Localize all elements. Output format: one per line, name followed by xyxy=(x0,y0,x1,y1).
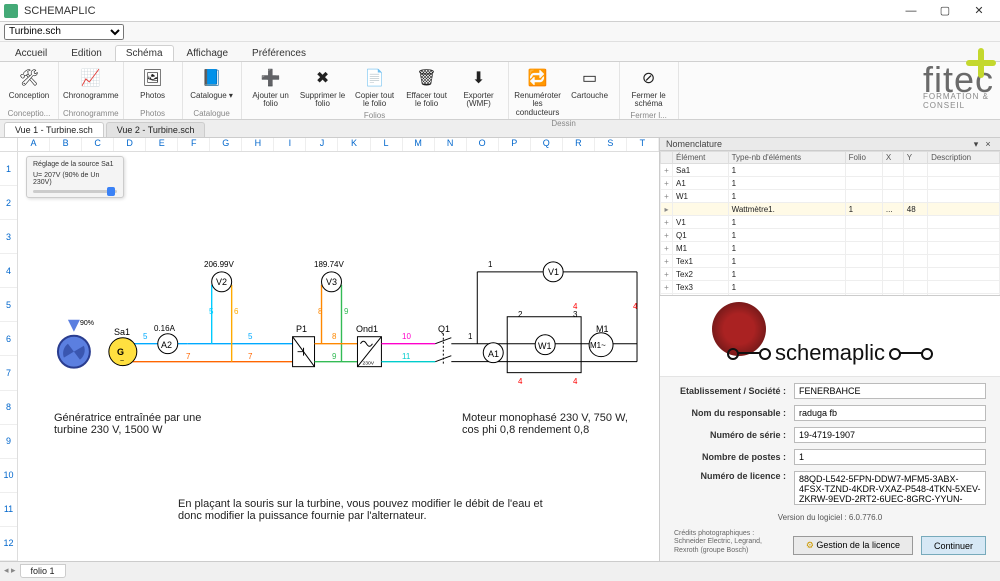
panel-close-icon[interactable]: × xyxy=(982,139,994,149)
product-logo: schemaplic xyxy=(775,340,885,366)
table-row[interactable]: +V11 xyxy=(661,216,1000,229)
ribbon-icon: 📈 xyxy=(79,66,103,90)
column-headers: ABCDEFGHIJKLMNOPQRST xyxy=(0,138,659,152)
bottom-bar: ◂ ▸ folio 1 xyxy=(0,561,1000,579)
ribbon-ajouter-un-folio[interactable]: ➕Ajouter un folio xyxy=(246,64,296,111)
nomenclature-grid[interactable]: Élément Type-nb d'éléments Folio X Y Des… xyxy=(660,151,1000,295)
close-button[interactable]: ✕ xyxy=(962,0,996,22)
ribbon-icon: 📘 xyxy=(200,66,224,90)
table-row[interactable]: +A11 xyxy=(661,177,1000,190)
main-area: ABCDEFGHIJKLMNOPQRST 123456789101112 Rég… xyxy=(0,138,1000,561)
ribbon-effacer-tout-le-folio[interactable]: 🗑Effacer tout le folio xyxy=(402,64,452,111)
file-selector[interactable]: Turbine.sch xyxy=(4,24,124,40)
ribbon-exporter-wmf-[interactable]: ⬇Exporter (WMF) xyxy=(454,64,504,111)
label-sa1: Sa1 xyxy=(114,327,130,337)
label-g: G xyxy=(117,347,124,357)
file-row: Turbine.sch xyxy=(0,22,1000,42)
ribbon-icon: 🗑 xyxy=(415,66,439,90)
table-row[interactable]: +Tex21 xyxy=(661,268,1000,281)
ribbon-icon: ✖ xyxy=(311,66,335,90)
label-m1-sym: M1~ xyxy=(590,341,606,350)
ribbon-icon: 🖼 xyxy=(141,66,165,90)
label-a1: A1 xyxy=(488,349,499,359)
label-a2: A2 xyxy=(161,340,172,350)
document-tabs: Vue 1 - Turbine.sch Vue 2 - Turbine.sch xyxy=(0,120,1000,138)
ribbon-cartouche[interactable]: ▭Cartouche xyxy=(565,64,615,119)
table-row[interactable]: ▸Wattmètre1.1...48 xyxy=(661,203,1000,216)
label-turbine-pct: 90% xyxy=(80,320,94,327)
licence-field[interactable]: 88QD-L542-5FPN-DDW7-MFM5-3ABX-4FSX-TZND-… xyxy=(794,471,986,505)
label-a2-val: 0.16A xyxy=(154,324,175,333)
right-panel: Nomenclature ▾ × Élément Type-nb d'éléme… xyxy=(660,138,1000,561)
ribbon-supprimer-le-folio[interactable]: ✖Supprimer le folio xyxy=(298,64,348,111)
title-bar: SCHEMAPLIC — ▢ ✕ xyxy=(0,0,1000,22)
voltage-v3: 189.74V xyxy=(314,260,344,269)
label-m1: M1 xyxy=(596,324,609,334)
schematic-canvas[interactable]: Réglage de la source Sa1 U= 207V (90% de… xyxy=(18,152,659,561)
text-hint: En plaçant la souris sur la turbine, vou… xyxy=(178,498,558,522)
version-label: Version du logiciel : 6.0.776.0 xyxy=(674,513,986,522)
tab-preferences[interactable]: Préférences xyxy=(241,45,317,61)
serie-field[interactable] xyxy=(794,427,986,443)
ribbon-icon: ⬇ xyxy=(467,66,491,90)
text-motor: Moteur monophasé 230 V, 750 W, cos phi 0… xyxy=(462,412,642,436)
licence-button[interactable]: ⚙ Gestion de la licence xyxy=(793,536,913,555)
ribbon-chronogramme[interactable]: 📈Chronogramme xyxy=(66,64,116,102)
responsable-field[interactable] xyxy=(794,405,986,421)
canvas-area: ABCDEFGHIJKLMNOPQRST 123456789101112 Rég… xyxy=(0,138,660,561)
nomenclature-header: Nomenclature ▾ × xyxy=(660,138,1000,151)
ribbon: 🛠ConceptionConceptio...📈ChronogrammeChro… xyxy=(0,62,1000,120)
label-v2: V2 xyxy=(216,277,227,287)
ribbon-photos[interactable]: 🖼Photos xyxy=(128,64,178,102)
label-ond1: Ond1 xyxy=(356,324,378,334)
label-w1: W1 xyxy=(538,341,552,351)
ribbon-copier-tout-le-folio[interactable]: 📄Copier tout le folio xyxy=(350,64,400,111)
text-generator: Génératrice entraînée par une turbine 23… xyxy=(54,412,224,436)
ribbon-icon: ⊘ xyxy=(637,66,661,90)
licence-form: Etablissement / Société : Nom du respons… xyxy=(660,377,1000,561)
voltage-v2: 206.99V xyxy=(204,260,234,269)
ribbon-icon: 📄 xyxy=(363,66,387,90)
tab-accueil[interactable]: Accueil xyxy=(4,45,58,61)
table-row[interactable]: +Q11 xyxy=(661,229,1000,242)
wax-seal-icon xyxy=(712,302,766,356)
ribbon-icon: ➕ xyxy=(259,66,283,90)
label-v3: V3 xyxy=(326,277,337,287)
ribbon-icon: 🛠 xyxy=(17,66,41,90)
doctab-2[interactable]: Vue 2 - Turbine.sch xyxy=(106,122,206,137)
svg-text:230V: 230V xyxy=(362,361,374,367)
panel-pin-icon[interactable]: ▾ xyxy=(970,139,982,150)
tab-affichage[interactable]: Affichage xyxy=(176,45,240,61)
ribbon-fermer-le-sch-ma[interactable]: ⊘Fermer le schéma xyxy=(624,64,674,111)
app-icon xyxy=(4,4,18,18)
table-row[interactable]: +Tex11 xyxy=(661,255,1000,268)
postes-field[interactable] xyxy=(794,449,986,465)
credits: Crédits photographiques : Schneider Elec… xyxy=(674,530,783,555)
ribbon-renum-roter-les-conducteurs[interactable]: 🔁Renuméroter les conducteurs xyxy=(513,64,563,119)
brand-logo: fitec FORMATION & CONSEIL xyxy=(923,44,994,116)
row-headers: 123456789101112 xyxy=(0,152,18,561)
ribbon-icon: 🔁 xyxy=(526,66,550,90)
ribbon-catalogue-[interactable]: 📘Catalogue ▾ xyxy=(187,64,237,102)
product-logo-area: schemaplic xyxy=(660,296,1000,377)
tab-edition[interactable]: Edition xyxy=(60,45,113,61)
minimize-button[interactable]: — xyxy=(894,0,928,22)
window-title: SCHEMAPLIC xyxy=(24,5,96,17)
ribbon-icon: ▭ xyxy=(578,66,602,90)
continue-button[interactable]: Continuer xyxy=(921,536,986,555)
label-p1: P1 xyxy=(296,324,307,334)
folio-tab[interactable]: folio 1 xyxy=(20,564,66,578)
table-row[interactable]: +Sa11 xyxy=(661,164,1000,177)
ribbon-conception[interactable]: 🛠Conception xyxy=(4,64,54,102)
table-row[interactable]: +M11 xyxy=(661,242,1000,255)
tab-schema[interactable]: Schéma xyxy=(115,45,174,61)
doctab-1[interactable]: Vue 1 - Turbine.sch xyxy=(4,122,104,137)
label-v1: V1 xyxy=(548,267,559,277)
table-row[interactable]: +Tex31 xyxy=(661,281,1000,294)
label-q1: Q1 xyxy=(438,324,450,334)
menu-tabs: Accueil Edition Schéma Affichage Préfére… xyxy=(0,42,1000,62)
maximize-button[interactable]: ▢ xyxy=(928,0,962,22)
table-row[interactable]: +W11 xyxy=(661,190,1000,203)
etablissement-field[interactable] xyxy=(794,383,986,399)
